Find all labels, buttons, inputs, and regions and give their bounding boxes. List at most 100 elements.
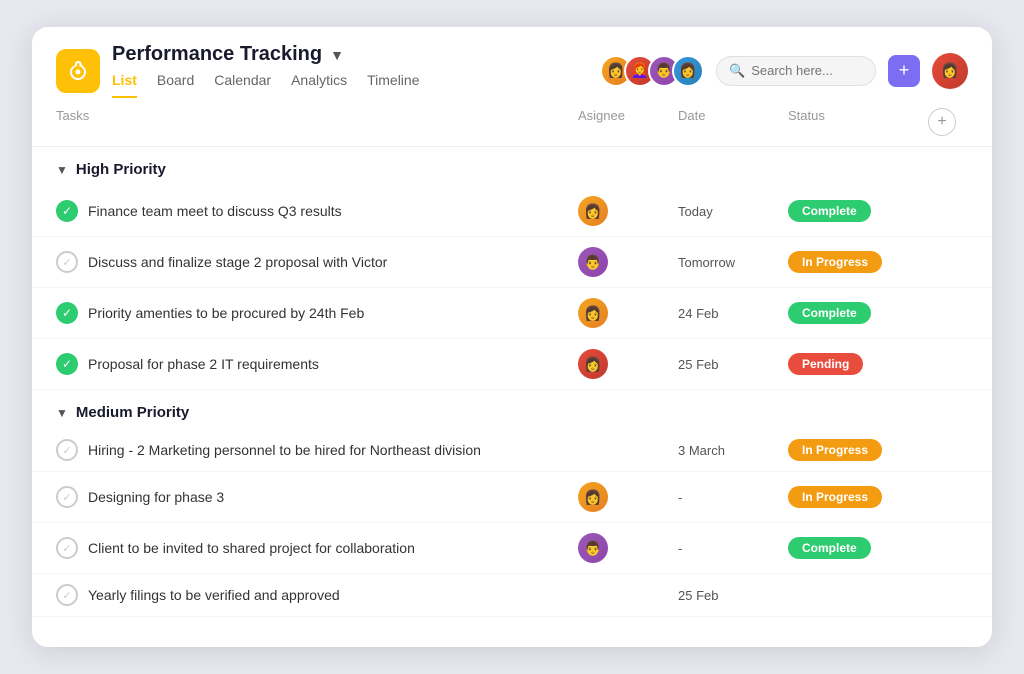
assignee-cell: 👩 (578, 298, 678, 328)
table-row: ✓ Yearly filings to be verified and appr… (32, 574, 992, 617)
user-avatar: 👩 (932, 53, 968, 89)
avatar-stack: 👩 👩‍🦰 👨 👩 (600, 55, 704, 87)
task-name-cell: ✓ Yearly filings to be verified and appr… (56, 584, 578, 606)
assignee-avatar: 👩 (578, 298, 608, 328)
search-input[interactable] (751, 63, 863, 78)
nav-tabs: List Board Calendar Analytics Timeline (112, 72, 600, 98)
date-cell: 25 Feb (678, 357, 788, 372)
project-title: Performance Tracking ▼ (112, 43, 600, 66)
assignee-avatar: 👨 (578, 533, 608, 563)
task-name: Discuss and finalize stage 2 proposal wi… (88, 254, 387, 270)
assignee-avatar: 👩 (578, 349, 608, 379)
table-header: Tasks Asignee Date Status + (32, 98, 992, 147)
status-badge: In Progress (788, 251, 882, 273)
section-high-priority-label: High Priority (76, 161, 166, 178)
task-name-cell: ✓ Proposal for phase 2 IT requirements (56, 353, 578, 375)
tab-calendar[interactable]: Calendar (214, 72, 271, 98)
status-badge: In Progress (788, 439, 882, 461)
section-chevron-icon: ▼ (56, 406, 68, 420)
add-column-button[interactable]: + (928, 108, 956, 136)
date-cell: 25 Feb (678, 588, 788, 603)
table-row: ✓ Finance team meet to discuss Q3 result… (32, 186, 992, 237)
status-cell: Complete (788, 537, 928, 559)
date-cell: Today (678, 204, 788, 219)
task-name-cell: ✓ Discuss and finalize stage 2 proposal … (56, 251, 578, 273)
col-status: Status (788, 108, 928, 136)
col-assignee: Asignee (578, 108, 678, 136)
task-name-cell: ✓ Hiring - 2 Marketing personnel to be h… (56, 439, 578, 461)
status-cell: Pending (788, 353, 928, 375)
assignee-cell: 👩 (578, 196, 678, 226)
status-badge: Complete (788, 537, 871, 559)
status-badge: Pending (788, 353, 863, 375)
date-cell: 3 March (678, 443, 788, 458)
status-cell: Complete (788, 200, 928, 222)
col-date: Date (678, 108, 788, 136)
task-name: Hiring - 2 Marketing personnel to be hir… (88, 442, 481, 458)
assignee-avatar: 👩 (578, 482, 608, 512)
section-medium-priority[interactable]: ▼ Medium Priority (32, 390, 992, 429)
check-icon[interactable]: ✓ (56, 537, 78, 559)
check-icon[interactable]: ✓ (56, 486, 78, 508)
task-name: Finance team meet to discuss Q3 results (88, 203, 342, 219)
task-name: Yearly filings to be verified and approv… (88, 587, 340, 603)
app-container: Performance Tracking ▼ List Board Calend… (32, 27, 992, 647)
assignee-cell: 👩 (578, 349, 678, 379)
table-container: Tasks Asignee Date Status + ▼ High Prior… (32, 98, 992, 617)
status-badge: In Progress (788, 486, 882, 508)
check-icon[interactable]: ✓ (56, 200, 78, 222)
task-name-cell: ✓ Designing for phase 3 (56, 486, 578, 508)
table-row: ✓ Discuss and finalize stage 2 proposal … (32, 237, 992, 288)
status-cell: In Progress (788, 251, 928, 273)
header-title-area: Performance Tracking ▼ List Board Calend… (112, 43, 600, 98)
add-button[interactable]: + (888, 55, 920, 87)
table-row: ✓ Hiring - 2 Marketing personnel to be h… (32, 429, 992, 472)
assignee-avatar: 👨 (578, 247, 608, 277)
section-chevron-icon: ▼ (56, 163, 68, 177)
table-row: ✓ Client to be invited to shared project… (32, 523, 992, 574)
table-row: ✓ Designing for phase 3 👩 - In Progress (32, 472, 992, 523)
table-row: ✓ Priority amenties to be procured by 24… (32, 288, 992, 339)
task-name-cell: ✓ Priority amenties to be procured by 24… (56, 302, 578, 324)
task-name: Priority amenties to be procured by 24th… (88, 305, 364, 321)
check-icon[interactable]: ✓ (56, 251, 78, 273)
section-high-priority[interactable]: ▼ High Priority (32, 147, 992, 186)
check-icon[interactable]: ✓ (56, 584, 78, 606)
app-logo (56, 49, 100, 93)
check-icon[interactable]: ✓ (56, 439, 78, 461)
search-icon: 🔍 (729, 63, 745, 79)
tab-analytics[interactable]: Analytics (291, 72, 347, 98)
table-row: ✓ Proposal for phase 2 IT requirements 👩… (32, 339, 992, 390)
col-tasks: Tasks (56, 108, 578, 136)
task-name: Designing for phase 3 (88, 489, 224, 505)
status-cell: In Progress (788, 439, 928, 461)
date-cell: 24 Feb (678, 306, 788, 321)
assignee-cell: 👨 (578, 533, 678, 563)
avatar-4: 👩 (672, 55, 704, 87)
status-badge: Complete (788, 302, 871, 324)
project-title-text: Performance Tracking (112, 43, 322, 66)
date-cell: - (678, 541, 788, 556)
check-icon[interactable]: ✓ (56, 302, 78, 324)
date-cell: - (678, 490, 788, 505)
status-cell: Complete (788, 302, 928, 324)
assignee-cell: 👨 (578, 247, 678, 277)
assignee-cell: 👩 (578, 482, 678, 512)
header: Performance Tracking ▼ List Board Calend… (32, 27, 992, 98)
search-box[interactable]: 🔍 (716, 56, 876, 86)
assignee-avatar: 👩 (578, 196, 608, 226)
status-badge: Complete (788, 200, 871, 222)
task-name: Client to be invited to shared project f… (88, 540, 415, 556)
task-name: Proposal for phase 2 IT requirements (88, 356, 319, 372)
title-chevron-icon[interactable]: ▼ (330, 47, 344, 63)
header-right: 👩 👩‍🦰 👨 👩 🔍 + 👩 (600, 53, 968, 89)
task-name-cell: ✓ Client to be invited to shared project… (56, 537, 578, 559)
task-name-cell: ✓ Finance team meet to discuss Q3 result… (56, 200, 578, 222)
date-cell: Tomorrow (678, 255, 788, 270)
status-cell: In Progress (788, 486, 928, 508)
tab-board[interactable]: Board (157, 72, 194, 98)
tab-timeline[interactable]: Timeline (367, 72, 419, 98)
check-icon[interactable]: ✓ (56, 353, 78, 375)
section-medium-priority-label: Medium Priority (76, 404, 189, 421)
tab-list[interactable]: List (112, 72, 137, 98)
